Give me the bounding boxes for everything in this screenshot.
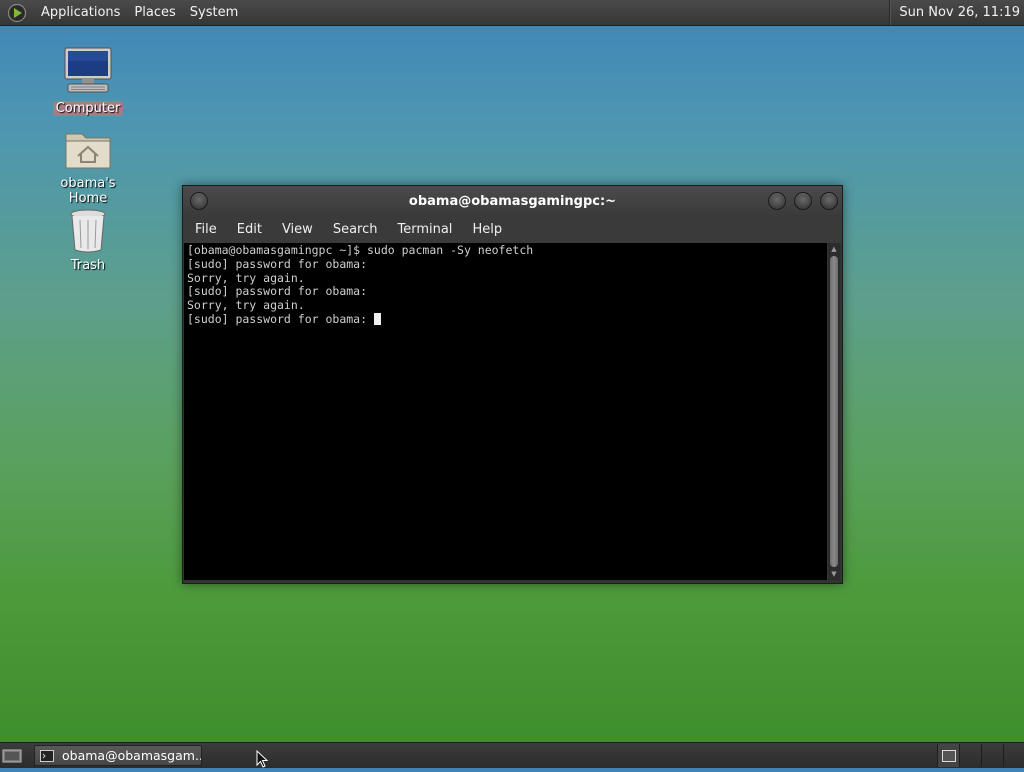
places-menu[interactable]: Places bbox=[127, 0, 182, 25]
close-button[interactable] bbox=[820, 192, 838, 210]
desktop-icon-label: Computer bbox=[52, 101, 124, 116]
terminal-prompt-line: [sudo] password for obama: bbox=[187, 311, 824, 327]
workspace-4[interactable] bbox=[1003, 744, 1024, 767]
trash-icon bbox=[38, 208, 138, 258]
taskbar-item-terminal[interactable]: obama@obamasgam... bbox=[34, 745, 202, 766]
terminal-line: Sorry, try again. bbox=[187, 270, 305, 285]
system-menu[interactable]: System bbox=[183, 0, 245, 25]
terminal-line: [sudo] password for obama: bbox=[187, 256, 368, 271]
terminal-line: [sudo] password for obama: bbox=[187, 284, 368, 299]
home-folder-icon bbox=[38, 128, 138, 176]
window-titlebar[interactable]: obama@obamasgamingpc:~ bbox=[183, 186, 842, 216]
mouse-pointer-icon bbox=[256, 749, 270, 772]
menu-view[interactable]: View bbox=[272, 216, 323, 243]
maximize-button[interactable] bbox=[794, 192, 812, 210]
menu-search[interactable]: Search bbox=[323, 216, 388, 243]
workspace-window-thumbnail bbox=[941, 749, 956, 762]
window-title: obama@obamasgamingpc:~ bbox=[408, 193, 617, 209]
terminal-line: [obama@obamasgamingpc ~]$ sudo pacman -S… bbox=[187, 243, 534, 257]
terminal-icon bbox=[40, 749, 54, 762]
distro-logo-icon[interactable] bbox=[6, 2, 28, 24]
desktop-icon-label: Trash bbox=[70, 258, 106, 273]
terminal-line: [sudo] password for obama: bbox=[187, 311, 374, 326]
menu-terminal[interactable]: Terminal bbox=[387, 216, 462, 243]
computer-icon bbox=[38, 45, 138, 101]
window-menu-button[interactable] bbox=[190, 192, 208, 210]
desktop-icon-home[interactable]: obama's Home bbox=[38, 128, 138, 206]
text-cursor bbox=[373, 312, 381, 325]
applications-menu[interactable]: Applications bbox=[34, 0, 127, 25]
minimize-button[interactable] bbox=[768, 192, 786, 210]
top-panel: Applications Places System Sun Nov 26, 1… bbox=[0, 0, 1024, 26]
workspace-3[interactable] bbox=[981, 744, 1003, 767]
show-desktop-icon[interactable] bbox=[1, 746, 23, 765]
desktop-icon-label: obama's Home bbox=[60, 176, 116, 206]
terminal-output[interactable]: [obama@obamasgamingpc ~]$ sudo pacman -S… bbox=[184, 243, 827, 580]
scroll-down-arrow-icon[interactable]: ▼ bbox=[828, 568, 840, 580]
workspace-2[interactable] bbox=[959, 744, 981, 767]
desktop-icon-computer[interactable]: Computer bbox=[38, 45, 138, 116]
menu-help[interactable]: Help bbox=[462, 216, 512, 243]
clock[interactable]: Sun Nov 26, 11:19 bbox=[891, 5, 1024, 20]
menu-file[interactable]: File bbox=[185, 216, 227, 243]
scroll-up-arrow-icon[interactable]: ▲ bbox=[828, 243, 840, 255]
terminal-menubar: File Edit View Search Terminal Help bbox=[183, 216, 842, 243]
terminal-scrollbar[interactable]: ▲ ▼ bbox=[828, 243, 840, 580]
desktop-icon-trash[interactable]: Trash bbox=[38, 208, 138, 273]
terminal-line: Sorry, try again. bbox=[187, 298, 305, 313]
scrollbar-thumb[interactable] bbox=[830, 256, 838, 567]
taskbar-item-label: obama@obamasgam... bbox=[62, 748, 202, 763]
menu-edit[interactable]: Edit bbox=[227, 216, 272, 243]
terminal-window: obama@obamasgamingpc:~ File Edit View Se… bbox=[182, 185, 843, 584]
bottom-panel: obama@obamasgam... bbox=[0, 742, 1024, 768]
workspace-1[interactable] bbox=[937, 744, 959, 767]
